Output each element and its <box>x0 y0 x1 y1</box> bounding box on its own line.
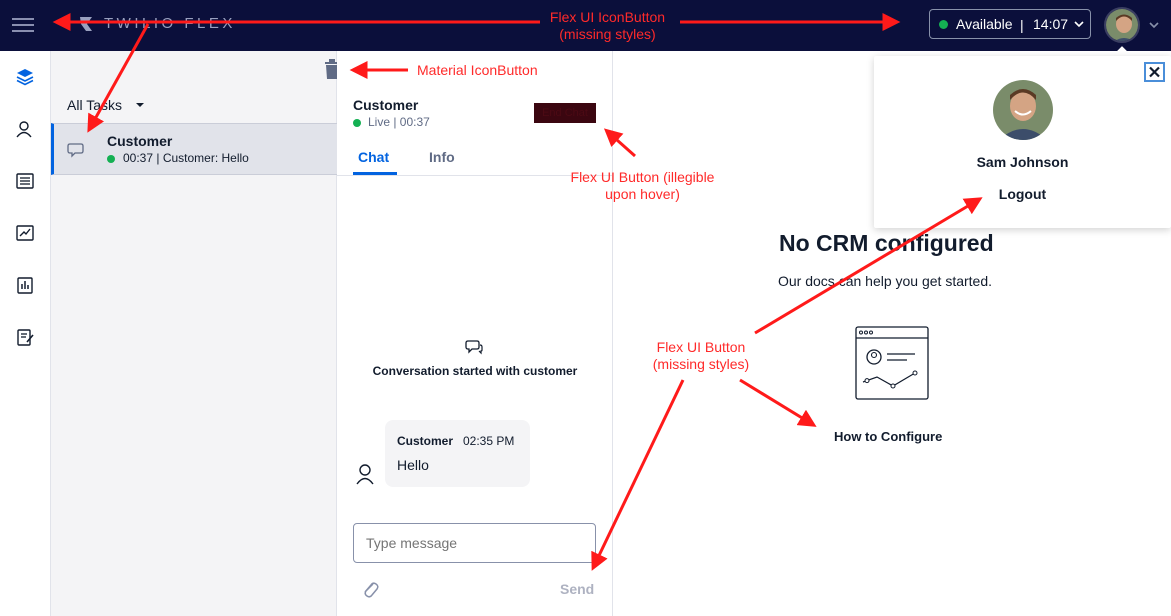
tab-info[interactable]: Info <box>429 149 455 165</box>
status-time: 14:07 <box>1033 16 1069 32</box>
live-status-dot <box>353 119 361 127</box>
status-indicator <box>939 20 948 29</box>
message-text: Hello <box>397 457 429 473</box>
task-card[interactable] <box>51 123 337 175</box>
tab-chat[interactable]: Chat <box>358 149 389 165</box>
contact-card-icon[interactable] <box>15 171 35 191</box>
live-status: Live | 00:37 <box>368 115 430 129</box>
flex-logo-icon <box>80 17 92 31</box>
user-avatar[interactable] <box>1104 7 1140 43</box>
side-navigation <box>0 51 51 616</box>
edit-document-icon[interactable] <box>15 327 35 347</box>
chat-customer-name: Customer <box>353 97 419 113</box>
crm-empty-subtitle: Our docs can help you get started. <box>778 273 993 289</box>
caret-down-icon[interactable] <box>135 101 145 109</box>
close-icon <box>1149 66 1160 78</box>
analytics-icon[interactable] <box>15 223 35 243</box>
message-author: Customer <box>397 434 454 448</box>
user-icon[interactable] <box>15 119 35 139</box>
how-to-configure-button[interactable]: How to Configure <box>834 429 942 444</box>
close-button[interactable] <box>1144 62 1165 82</box>
chevron-down-icon[interactable] <box>1148 19 1160 31</box>
message-bubble <box>385 420 530 487</box>
paperclip-icon[interactable] <box>361 579 379 599</box>
annotation-hover: Flex UI Button (illegible upon hover) <box>570 169 715 202</box>
status-label: Available <box>956 16 1013 32</box>
crm-empty-title: No CRM configured <box>779 230 994 256</box>
hamburger-menu-icon[interactable] <box>12 14 34 36</box>
task-preview: Customer: Hello <box>162 151 249 165</box>
chat-bubble-icon <box>67 143 84 158</box>
send-button[interactable]: Send <box>560 581 594 597</box>
layers-icon[interactable] <box>15 67 35 87</box>
status-separator: | <box>1020 17 1024 33</box>
customer-avatar-icon <box>356 464 374 485</box>
annotation-material: Material IconButton <box>417 62 538 78</box>
chat-bubble-icon <box>465 340 483 355</box>
arrow-to-howto <box>739 378 817 427</box>
task-title: Customer <box>107 133 173 149</box>
brand-name: TWILIO FLEX <box>104 15 236 32</box>
profile-name: Sam Johnson <box>976 154 1069 170</box>
task-filter-dropdown[interactable]: All Tasks <box>67 97 122 113</box>
annotation-iconbutton: Flex UI IconButton (missing styles) <box>549 9 666 42</box>
message-input[interactable] <box>353 523 596 563</box>
task-status-dot <box>107 155 115 163</box>
annotation-missing: Flex UI Button (missing styles) <box>652 339 750 372</box>
conversation-started-text: Conversation started with customer <box>372 364 578 378</box>
chevron-down-icon <box>1074 21 1084 28</box>
reports-icon[interactable] <box>15 275 35 295</box>
profile-avatar <box>993 80 1053 140</box>
task-timer: 00:37 <box>123 151 154 165</box>
crm-illustration-icon <box>855 326 929 400</box>
activity-status-selector[interactable]: Available | 14:07 <box>929 9 1091 39</box>
task-subtitle: 00:37 | Customer: Hello <box>123 151 249 165</box>
end-chat-button[interactable]: End Chat <box>534 103 596 123</box>
logout-button[interactable]: Logout <box>874 186 1171 202</box>
message-time: 02:35 PM <box>463 434 515 448</box>
